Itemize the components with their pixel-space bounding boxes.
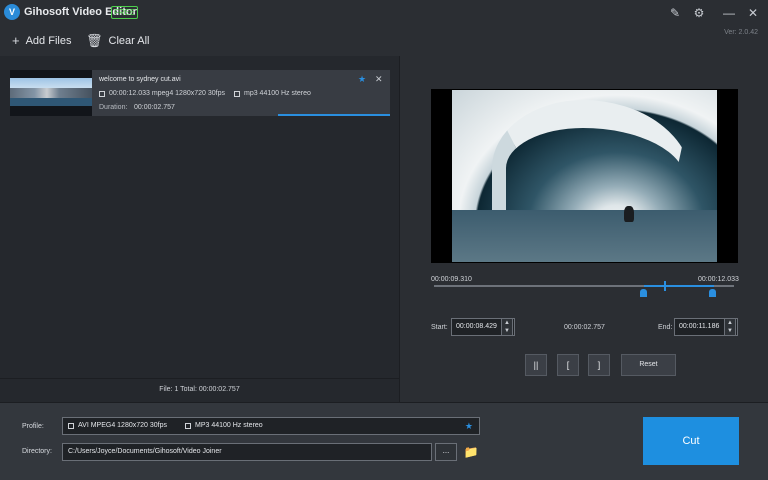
timeline-selection: [644, 285, 714, 287]
plus-icon: +: [12, 33, 20, 48]
app-logo-icon: V: [4, 4, 20, 20]
directory-label: Directory:: [22, 448, 52, 455]
title-bar: V Gihosoft Video Editor FREE ✎ ⚙ — ✕: [0, 0, 768, 26]
directory-field[interactable]: C:/Users/Joyce/Documents/Gihosoft/Video …: [62, 443, 432, 461]
close-icon[interactable]: ✕: [744, 4, 762, 22]
segment-duration: 00:00:02.757: [564, 324, 605, 331]
timeline-slider[interactable]: [434, 281, 734, 297]
video-icon: [99, 90, 105, 97]
edit-icon[interactable]: ✎: [666, 4, 684, 22]
mark-out-button[interactable]: ]: [588, 354, 610, 376]
add-files-button[interactable]: + Add Files: [12, 33, 71, 48]
end-label: End:: [658, 324, 673, 331]
video-thumbnail: [10, 70, 92, 116]
start-label: Start:: [431, 324, 448, 331]
star-icon[interactable]: ★: [358, 74, 366, 85]
profile-select[interactable]: AVI MPEG4 1280x720 30fps MP3 44100 Hz st…: [62, 417, 480, 435]
audio-icon: [234, 90, 240, 97]
minimize-icon[interactable]: —: [720, 4, 738, 22]
audio-info-text: mp3 44100 Hz stereo: [244, 90, 311, 97]
file-list-panel: welcome to sydney cut.avi 00:00:12.033 m…: [0, 56, 400, 378]
profile-video: AVI MPEG4 1280x720 30fps: [78, 422, 167, 429]
pause-button[interactable]: ||: [525, 354, 547, 376]
profile-audio: MP3 44100 Hz stereo: [194, 422, 263, 429]
status-bar: File: 1 Total: 00:00:02.757: [0, 378, 400, 402]
add-files-label: Add Files: [25, 34, 72, 47]
video-info: 00:00:12.033 mpeg4 1280x720 30fps: [99, 90, 225, 97]
free-badge: FREE: [111, 6, 139, 19]
start-marker-handle[interactable]: [640, 289, 647, 297]
file-progress-bar: [278, 114, 390, 116]
clear-all-button[interactable]: 🗑 Clear All: [86, 33, 149, 49]
mark-in-button[interactable]: [: [557, 354, 579, 376]
remove-file-icon[interactable]: ✕: [375, 74, 383, 85]
favorite-profile-icon[interactable]: ★: [465, 418, 473, 434]
duration-value: 00:00:02.757: [134, 104, 175, 111]
audio-icon: [184, 423, 191, 429]
file-name: welcome to sydney cut.avi: [99, 76, 181, 83]
toolbar: + Add Files 🗑 Clear All Ver: 2.0.42: [0, 26, 768, 56]
reset-button[interactable]: Reset: [621, 354, 676, 376]
version-label: Ver: 2.0.42: [724, 29, 758, 36]
clear-all-label: Clear All: [108, 35, 150, 47]
output-settings: Profile: AVI MPEG4 1280x720 30fps MP3 44…: [0, 402, 768, 480]
end-marker-handle[interactable]: [709, 289, 716, 297]
cut-button[interactable]: Cut: [643, 417, 739, 465]
end-time-stepper[interactable]: ▲ ▼: [724, 318, 736, 336]
video-info-text: 00:00:12.033 mpeg4 1280x720 30fps: [109, 90, 225, 97]
playhead-handle[interactable]: [664, 281, 666, 291]
audio-info: mp3 44100 Hz stereo: [234, 90, 311, 97]
video-icon: [68, 423, 74, 429]
current-time: 00:00:09.310: [431, 276, 472, 283]
trash-icon: 🗑: [86, 33, 103, 48]
profile-label: Profile:: [22, 423, 44, 430]
total-time: 00:00:12.033: [698, 276, 739, 283]
folder-icon[interactable]: 📁: [462, 443, 480, 461]
video-preview[interactable]: [431, 89, 738, 263]
browse-button[interactable]: ...: [435, 443, 457, 461]
gear-icon[interactable]: ⚙: [690, 4, 708, 22]
start-time-stepper[interactable]: ▲ ▼: [501, 318, 513, 336]
list-item[interactable]: welcome to sydney cut.avi 00:00:12.033 m…: [10, 70, 390, 116]
preview-frame: [452, 90, 717, 262]
duration-label: Duration:: [99, 104, 128, 111]
preview-panel: 00:00:09.310 00:00:12.033 Start: 00:00:0…: [401, 56, 768, 402]
